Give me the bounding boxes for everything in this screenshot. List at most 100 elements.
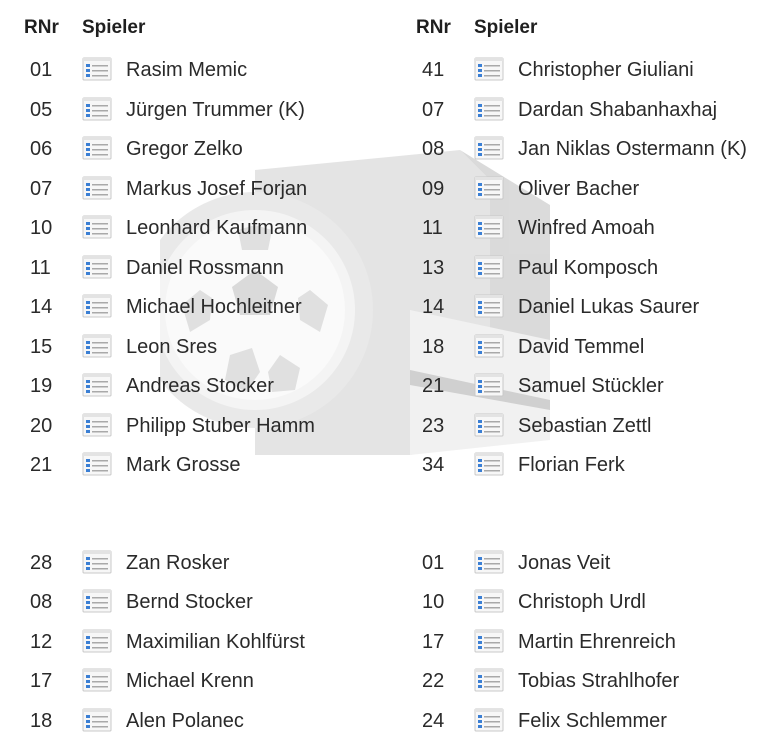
player-row: 18 Alen Polanec — [0, 708, 390, 749]
player-name[interactable]: Leon Sres — [126, 335, 217, 359]
player-card-icon[interactable] — [82, 668, 112, 692]
player-card-icon[interactable] — [474, 413, 504, 437]
player-name[interactable]: Felix Schlemmer — [518, 709, 667, 733]
column-header-player: Spieler — [82, 17, 146, 38]
player-card-icon[interactable] — [474, 629, 504, 653]
player-card-icon[interactable] — [474, 668, 504, 692]
substitutes-list: 28 Zan Rosker 08 Bernd Stocker 12 Maximi… — [0, 550, 390, 749]
player-card-icon[interactable] — [82, 589, 112, 613]
home-team-lineup: RNr Spieler 01 Rasim Memic 05 Jürgen Tru… — [0, 0, 390, 748]
player-name[interactable]: Paul Komposch — [518, 256, 658, 280]
player-name[interactable]: Gregor Zelko — [126, 137, 243, 161]
player-row: 21 Samuel Stückler — [392, 373, 779, 414]
player-card-icon[interactable] — [82, 334, 112, 358]
player-name[interactable]: Mark Grosse — [126, 453, 240, 477]
player-card-icon[interactable] — [474, 589, 504, 613]
player-card-icon[interactable] — [82, 373, 112, 397]
player-row: 07 Markus Josef Forjan — [0, 176, 390, 217]
player-card-icon[interactable] — [82, 550, 112, 574]
player-card-icon[interactable] — [474, 708, 504, 732]
player-name[interactable]: Sebastian Zettl — [518, 414, 651, 438]
player-name[interactable]: Daniel Lukas Saurer — [518, 295, 699, 319]
player-name[interactable]: Tobias Strahlhofer — [518, 669, 679, 693]
player-number: 12 — [30, 630, 53, 653]
player-card-icon[interactable] — [474, 136, 504, 160]
player-name[interactable]: Dardan Shabanhaxhaj — [518, 98, 717, 122]
player-number: 18 — [422, 335, 445, 358]
substitutes-list: 01 Jonas Veit 10 Christoph Urdl 17 Marti… — [392, 550, 779, 749]
player-name[interactable]: Christoph Urdl — [518, 590, 646, 614]
player-card-icon[interactable] — [474, 294, 504, 318]
player-card-icon[interactable] — [82, 97, 112, 121]
player-number: 34 — [422, 454, 445, 476]
player-card-icon[interactable] — [474, 255, 504, 279]
player-row: 09 Oliver Bacher — [392, 176, 779, 217]
player-card-icon[interactable] — [474, 334, 504, 358]
player-name[interactable]: Jan Niklas Ostermann (K) — [518, 137, 747, 161]
player-number: 08 — [422, 138, 445, 160]
player-card-icon[interactable] — [474, 176, 504, 200]
player-name[interactable]: Oliver Bacher — [518, 177, 639, 201]
player-row: 14 Michael Hochleitner — [0, 294, 390, 335]
player-card-icon[interactable] — [474, 373, 504, 397]
player-name[interactable]: Zan Rosker — [126, 551, 229, 575]
player-row: 15 Leon Sres — [0, 334, 390, 375]
player-name[interactable]: Winfred Amoah — [518, 216, 655, 240]
player-name[interactable]: Daniel Rossmann — [126, 256, 284, 280]
player-card-icon[interactable] — [474, 97, 504, 121]
player-row: 06 Gregor Zelko — [0, 136, 390, 177]
player-card-icon[interactable] — [82, 629, 112, 653]
player-row: 01 Jonas Veit — [392, 550, 779, 591]
player-name[interactable]: Maximilian Kohlfürst — [126, 630, 305, 654]
player-card-icon[interactable] — [82, 136, 112, 160]
player-row: 08 Bernd Stocker — [0, 589, 390, 630]
player-row: 17 Michael Krenn — [0, 668, 390, 709]
player-card-icon[interactable] — [474, 452, 504, 476]
player-name[interactable]: David Temmel — [518, 335, 644, 359]
player-number: 20 — [30, 414, 53, 437]
player-number: 07 — [422, 98, 445, 121]
player-card-icon[interactable] — [82, 57, 112, 81]
player-name[interactable]: Markus Josef Forjan — [126, 177, 307, 201]
player-row: 11 Daniel Rossmann — [0, 255, 390, 296]
player-card-icon[interactable] — [474, 215, 504, 239]
player-name[interactable]: Leonhard Kaufmann — [126, 216, 307, 240]
player-name[interactable]: Florian Ferk — [518, 453, 625, 477]
player-name[interactable]: Bernd Stocker — [126, 590, 253, 614]
player-card-icon[interactable] — [474, 550, 504, 574]
player-card-icon[interactable] — [82, 708, 112, 732]
player-card-icon[interactable] — [82, 452, 112, 476]
player-row: 12 Maximilian Kohlfürst — [0, 629, 390, 670]
player-number: 01 — [30, 59, 53, 81]
player-row: 21 Mark Grosse — [0, 452, 390, 493]
player-row: 05 Jürgen Trummer (K) — [0, 97, 390, 138]
player-row: 07 Dardan Shabanhaxhaj — [392, 97, 779, 138]
player-name[interactable]: Rasim Memic — [126, 58, 247, 82]
player-row: 13 Paul Komposch — [392, 255, 779, 296]
player-name[interactable]: Alen Polanec — [126, 709, 244, 733]
player-name[interactable]: Andreas Stocker — [126, 374, 274, 398]
player-card-icon[interactable] — [474, 57, 504, 81]
player-row: 10 Christoph Urdl — [392, 589, 779, 630]
player-name[interactable]: Christopher Giuliani — [518, 58, 694, 82]
player-number: 11 — [30, 256, 51, 279]
player-name[interactable]: Michael Krenn — [126, 669, 254, 693]
column-header-player: Spieler — [474, 17, 538, 38]
player-card-icon[interactable] — [82, 176, 112, 200]
player-card-icon[interactable] — [82, 294, 112, 318]
player-card-icon[interactable] — [82, 215, 112, 239]
player-name[interactable]: Philipp Stuber Hamm — [126, 414, 315, 438]
player-name[interactable]: Martin Ehrenreich — [518, 630, 676, 654]
player-name[interactable]: Samuel Stückler — [518, 374, 664, 398]
player-number: 10 — [422, 591, 445, 613]
player-name[interactable]: Michael Hochleitner — [126, 295, 302, 319]
player-name[interactable]: Jonas Veit — [518, 551, 610, 575]
player-card-icon[interactable] — [82, 255, 112, 279]
table-header: RNr Spieler — [0, 0, 390, 58]
lineup-separator — [0, 493, 390, 551]
player-row: 18 David Temmel — [392, 334, 779, 375]
player-name[interactable]: Jürgen Trummer (K) — [126, 98, 305, 122]
player-card-icon[interactable] — [82, 413, 112, 437]
starting-lineup: 41 Christopher Giuliani 07 Dardan Shaban… — [392, 57, 779, 493]
player-row: 34 Florian Ferk — [392, 452, 779, 493]
